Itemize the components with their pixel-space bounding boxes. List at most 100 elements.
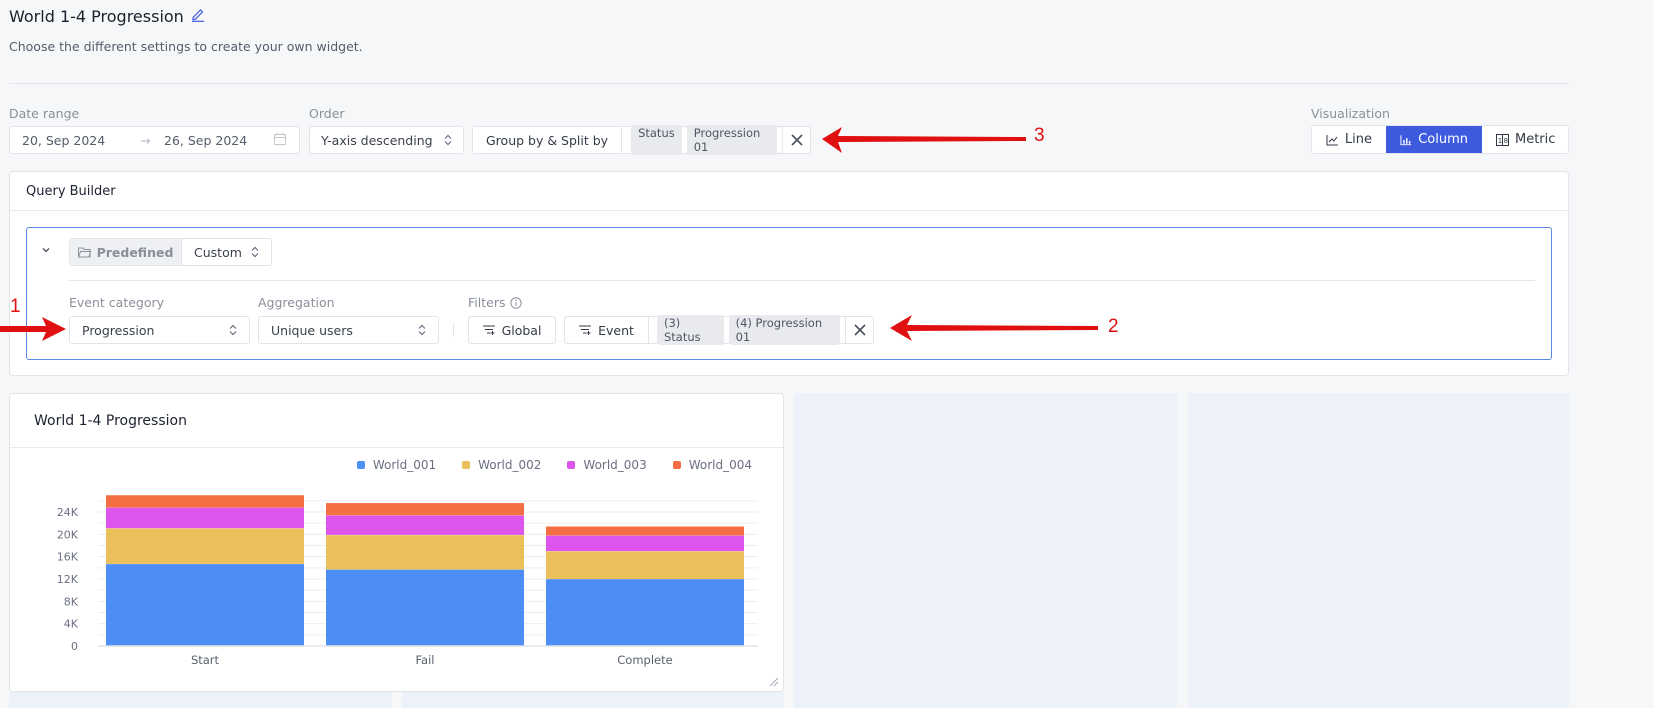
svg-text:1: 1	[1498, 137, 1502, 145]
event-filter-control: Event (3) Status (4) Progression 01	[564, 315, 874, 345]
split-tag: Progression 01	[686, 125, 777, 155]
bar-segment-world_004-fail	[326, 503, 524, 516]
date-range-label: Date range	[9, 106, 80, 121]
bar-segment-world_003-complete	[546, 535, 744, 552]
bar-segment-world_002-fail	[326, 534, 524, 570]
widget-placeholder-4	[402, 692, 784, 708]
visualization-line-button[interactable]: Line	[1312, 126, 1386, 153]
close-icon	[853, 324, 866, 336]
annotation-arrow-1	[0, 317, 66, 341]
predefined-label: Predefined	[96, 244, 174, 260]
clear-event-filter-button[interactable]	[845, 317, 873, 343]
y-tick-label: 24K	[57, 506, 79, 519]
visualization-toggle: Line Column 18 Metric	[1311, 125, 1569, 154]
header-divider	[9, 83, 1569, 84]
query-builder-title: Query Builder	[10, 172, 1568, 211]
filter-add-icon	[482, 325, 495, 335]
y-tick-label: 20K	[57, 528, 79, 541]
group-split-control[interactable]: Group by & Split by Status Progression 0…	[472, 125, 811, 155]
visualization-metric-label: Metric	[1515, 132, 1556, 147]
select-arrows-icon	[229, 324, 237, 336]
x-tick-label: Start	[191, 653, 220, 667]
annotation-label-2: 2	[1108, 316, 1119, 337]
y-tick-label: 16K	[57, 551, 79, 564]
predefined-button[interactable]: Predefined	[70, 239, 182, 265]
y-tick-label: 4K	[64, 618, 79, 631]
annotation-arrow-2	[890, 315, 1098, 341]
info-icon[interactable]	[510, 296, 523, 309]
collapse-chevron-icon[interactable]	[41, 244, 51, 259]
query-mode-toggle: Predefined Custom	[69, 238, 272, 266]
bar-segment-world_003-start	[106, 507, 304, 529]
aggregation-select[interactable]: Unique users	[258, 316, 439, 344]
group-tag: Status	[631, 125, 682, 155]
select-arrows-icon	[251, 246, 259, 258]
x-tick-label: Fail	[416, 653, 435, 667]
global-filter-label: Global	[501, 322, 542, 338]
filter-add-icon	[579, 325, 592, 335]
y-tick-label: 12K	[57, 573, 79, 586]
bar-segment-world_001-fail	[326, 569, 524, 646]
filter-tag-progression[interactable]: (4) Progression 01	[728, 315, 840, 345]
select-arrows-icon	[444, 134, 452, 146]
order-label: Order	[309, 106, 345, 121]
edit-title-icon[interactable]	[190, 6, 206, 26]
select-arrows-icon	[418, 324, 426, 336]
event-category-value: Progression	[82, 322, 155, 338]
query-builder-card: Query Builder Predefined Custom Event ca…	[9, 171, 1569, 376]
query-panel: Predefined Custom Event category Progres…	[26, 227, 1552, 360]
clear-group-split-button[interactable]	[782, 127, 810, 153]
event-category-select[interactable]: Progression	[69, 316, 250, 344]
bar-segment-world_004-start	[106, 495, 304, 508]
bar-segment-world_003-fail	[326, 515, 524, 535]
page-title-text: World 1-4 Progression	[9, 6, 184, 26]
stacked-column-chart: 0 4K 8K 12K 16K 20K 24K Start Fail Complete	[57, 495, 758, 667]
global-filter-button[interactable]: Global	[468, 316, 556, 344]
bar-segment-world_002-start	[106, 528, 304, 564]
custom-label: Custom	[194, 244, 242, 260]
x-tick-label: Complete	[617, 653, 672, 667]
calendar-icon[interactable]	[273, 132, 287, 149]
order-select[interactable]: Y-axis descending	[309, 126, 464, 154]
date-range-picker[interactable]: 20, Sep 2024 → 26, Sep 2024	[9, 126, 300, 154]
visualization-line-label: Line	[1344, 132, 1372, 147]
order-value: Y-axis descending	[321, 132, 433, 148]
custom-select[interactable]: Custom	[182, 245, 271, 260]
date-range-end[interactable]: 26, Sep 2024	[164, 133, 247, 148]
group-split-label[interactable]: Group by & Split by	[473, 127, 623, 153]
svg-text:8: 8	[1504, 137, 1508, 145]
page-subtitle: Choose the different settings to create …	[9, 39, 363, 54]
bar-segment-world_001-complete	[546, 579, 744, 646]
bar-segment-world_002-complete	[546, 551, 744, 579]
aggregation-value: Unique users	[271, 322, 353, 338]
chart-widget: World 1-4 Progression World_001 World_00…	[9, 393, 784, 692]
group-split-tags: Status Progression 01	[622, 125, 782, 155]
close-icon	[790, 134, 803, 146]
annotation-arrow-3	[822, 127, 1026, 153]
event-filter-button[interactable]: Event	[565, 317, 649, 343]
metric-icon: 18	[1496, 133, 1509, 146]
bar-segment-world_004-complete	[546, 526, 744, 536]
resize-handle-icon[interactable]	[767, 675, 779, 687]
visualization-column-button[interactable]: Column	[1386, 126, 1482, 153]
visualization-column-label: Column	[1418, 132, 1468, 147]
filters-label-text: Filters	[468, 295, 506, 310]
aggregation-label: Aggregation	[258, 295, 335, 310]
date-range-start[interactable]: 20, Sep 2024	[22, 133, 140, 148]
filters-label: Filters	[468, 295, 523, 310]
widget-placeholder-1	[794, 393, 1177, 708]
filter-separator	[453, 323, 454, 337]
event-category-label: Event category	[69, 295, 165, 310]
line-chart-icon	[1326, 134, 1338, 145]
event-filter-label: Event	[598, 322, 634, 338]
filter-tag-status[interactable]: (3) Status	[657, 315, 724, 345]
visualization-metric-button[interactable]: 18 Metric	[1482, 126, 1568, 153]
folder-icon	[77, 247, 91, 257]
annotation-label-3: 3	[1034, 125, 1045, 146]
column-chart-icon	[1400, 134, 1412, 145]
visualization-label: Visualization	[1311, 106, 1390, 121]
event-filter-tags: (3) Status (4) Progression 01	[649, 315, 845, 345]
date-range-arrow-icon: →	[140, 132, 151, 148]
query-panel-divider	[69, 280, 1535, 281]
widget-placeholder-2	[1188, 393, 1569, 708]
